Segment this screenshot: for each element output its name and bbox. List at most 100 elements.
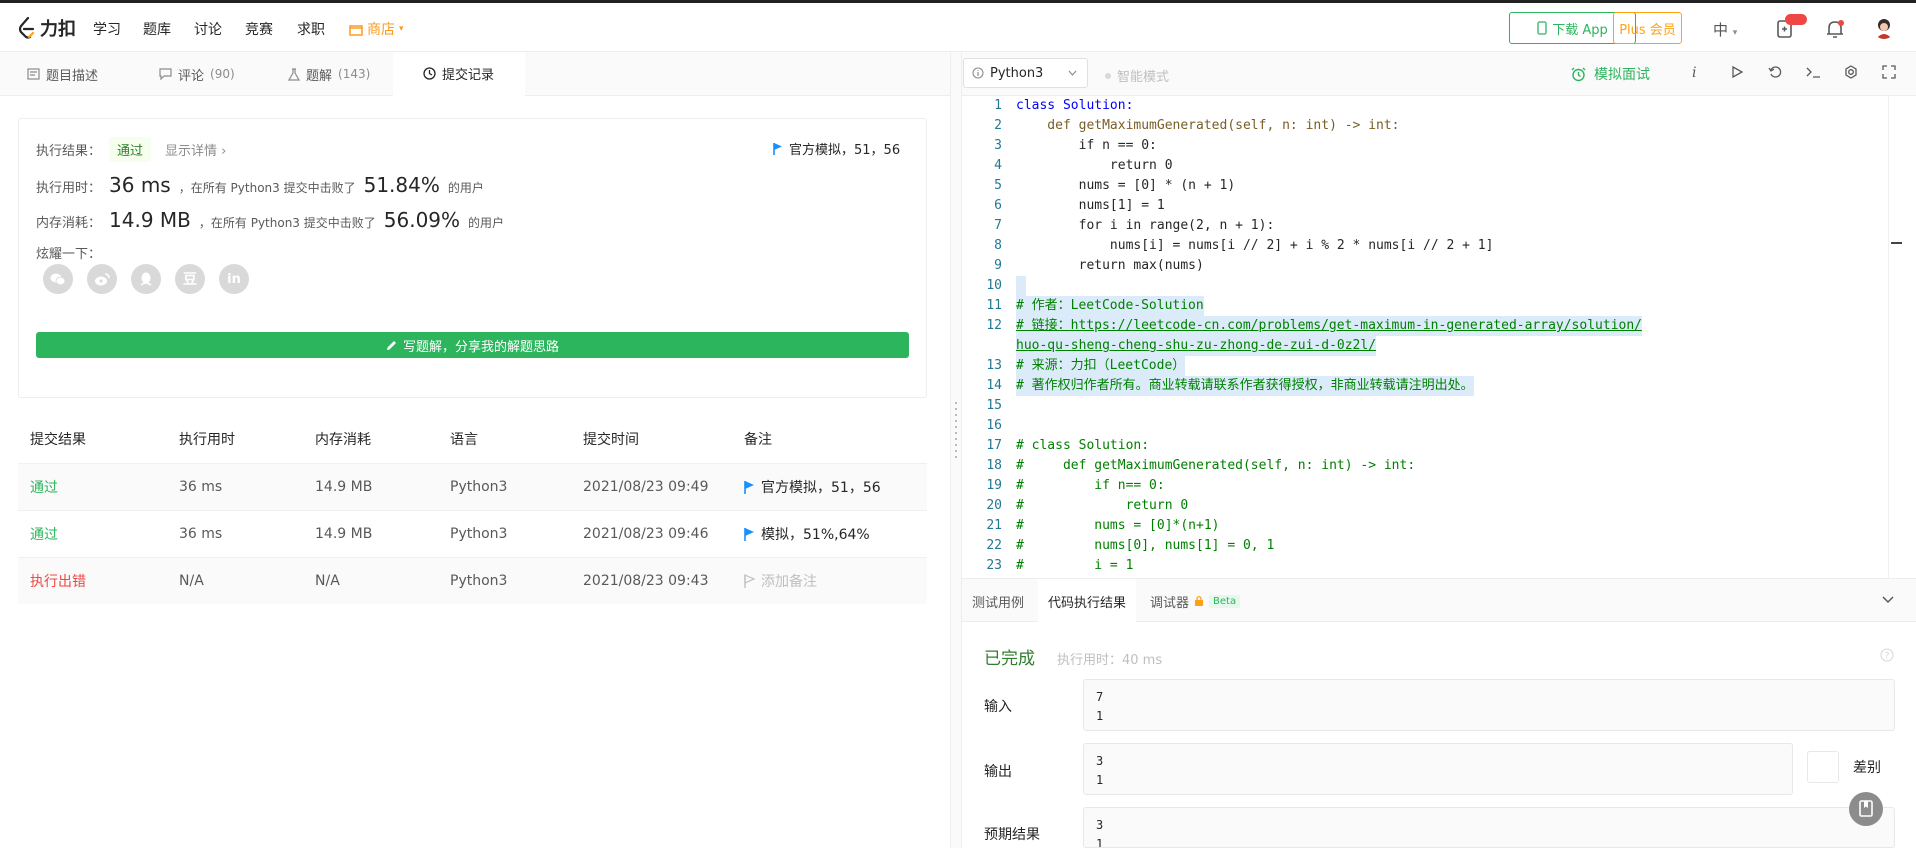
- share-text: 炫耀一下：: [36, 247, 102, 262]
- header-result: 提交结果: [30, 432, 86, 448]
- line-number: 15: [986, 398, 1002, 413]
- language-switch[interactable]: 中 ▾: [1713, 19, 1737, 40]
- settings-icon[interactable]: [1844, 65, 1858, 79]
- memory-text: ，在所有 Python3 提交中击败了: [198, 216, 376, 230]
- flask-icon: [288, 67, 300, 81]
- write-solution-label: 写题解，分享我的解题思路: [402, 339, 559, 355]
- row-language: Python3: [450, 479, 508, 495]
- language-select[interactable]: Python3: [963, 58, 1088, 88]
- tab-run-result[interactable]: 代码执行结果: [1038, 579, 1137, 623]
- nav-link-learn[interactable]: 学习: [93, 19, 121, 39]
- notebook-icon[interactable]: [1775, 14, 1807, 39]
- result-note[interactable]: 官方模拟，51，56: [773, 139, 900, 158]
- debugger-label: 调试器: [1150, 595, 1190, 611]
- help-icon[interactable]: ?: [1880, 648, 1894, 662]
- result-note-text: 官方模拟，51，56: [789, 143, 901, 158]
- language-label: 中: [1713, 21, 1729, 39]
- nav-link-problems[interactable]: 题库: [143, 19, 171, 39]
- wechat-share-icon[interactable]: [43, 264, 73, 294]
- tab-testcase[interactable]: 测试用例: [972, 579, 1024, 623]
- row-result[interactable]: 通过: [18, 524, 179, 544]
- nav-link-shop[interactable]: 商店 ▾: [349, 19, 404, 39]
- table-row[interactable]: 通过 36 ms 14.9 MB Python3 2021/08/23 09:4…: [18, 463, 927, 510]
- plus-member-button[interactable]: Plus 会员: [1613, 12, 1682, 44]
- row-result[interactable]: 执行出错: [18, 571, 179, 591]
- diff-checkbox[interactable]: [1807, 751, 1839, 783]
- smart-mode-toggle[interactable]: 智能模式: [1105, 66, 1169, 85]
- run-exec-time: 执行用时：40 ms: [1057, 653, 1163, 668]
- show-details-link[interactable]: 显示详情 ›: [165, 140, 226, 159]
- row-note[interactable]: 模拟，51%,64%: [744, 524, 927, 544]
- avatar[interactable]: [1873, 17, 1895, 39]
- console-icon[interactable]: [1806, 65, 1821, 79]
- row-runtime: 36 ms: [179, 479, 223, 495]
- mock-interview-label: 模拟面试: [1594, 67, 1650, 83]
- code-line: 5 nums = [0] * (n + 1): [962, 176, 1902, 196]
- header-runtime: 执行用时: [179, 432, 235, 448]
- code-line: 3 if n == 0:: [962, 136, 1902, 156]
- row-result[interactable]: 通过: [18, 477, 179, 497]
- tab-description[interactable]: 题目描述: [27, 52, 98, 96]
- row-note[interactable]: 官方模拟，51，56: [744, 477, 927, 497]
- code-text: nums[i] = nums[i // 2] + i % 2 * nums[i …: [1016, 238, 1494, 253]
- chevron-down-icon: ▾: [399, 24, 404, 34]
- code-line: 17 # class Solution:: [962, 436, 1902, 456]
- details-label: 显示详情: [165, 144, 218, 159]
- nav-link-jobs[interactable]: 求职: [297, 19, 325, 39]
- editor-toolbar: Python3 智能模式 模拟面试 i: [962, 52, 1916, 96]
- brand-logo[interactable]: 力扣: [18, 15, 76, 41]
- code-text: return 0: [1016, 158, 1173, 173]
- add-note-button[interactable]: 添加备注: [744, 571, 927, 591]
- mock-interview-button[interactable]: 模拟面试: [1571, 64, 1650, 84]
- status-badge: 通过: [109, 137, 152, 162]
- info-italic-icon[interactable]: i: [1692, 65, 1696, 81]
- weibo-share-icon[interactable]: [87, 264, 117, 294]
- chevron-down-icon: [1068, 70, 1077, 76]
- line-number: 14: [986, 378, 1002, 393]
- code-editor[interactable]: 1 class Solution: 2 def getMaximumGenerat…: [962, 96, 1902, 578]
- reset-icon[interactable]: [1768, 65, 1782, 79]
- qq-share-icon[interactable]: [131, 264, 161, 294]
- douban-share-icon[interactable]: 豆: [175, 264, 205, 294]
- line-number: 11: [986, 298, 1002, 313]
- row-language: Python3: [450, 526, 508, 542]
- write-solution-button[interactable]: 写题解，分享我的解题思路: [36, 332, 909, 358]
- line-number: 13: [986, 358, 1002, 373]
- editor-scrollbar[interactable]: [1888, 96, 1902, 578]
- download-app-label: 下载 App: [1552, 22, 1608, 38]
- line-number: 5: [994, 178, 1002, 193]
- code-text: # 作者：LeetCode-Solution: [1016, 296, 1204, 316]
- tab-solutions[interactable]: 题解 (143): [288, 52, 370, 96]
- diff-toggle[interactable]: 差别: [1807, 751, 1881, 783]
- svg-text:?: ?: [1885, 652, 1890, 662]
- table-row[interactable]: 执行出错 N/A N/A Python3 2021/08/23 09:43 添加…: [18, 557, 927, 604]
- code-line: 9 return max(nums): [962, 256, 1902, 276]
- code-text: # 来源：力扣（LeetCode）: [1016, 356, 1186, 376]
- linkedin-share-icon[interactable]: in: [219, 264, 249, 294]
- fullscreen-icon[interactable]: [1882, 65, 1896, 79]
- pane-resizer[interactable]: [950, 52, 962, 848]
- code-line: 11 # 作者：LeetCode-Solution: [962, 296, 1902, 316]
- nav-link-contest[interactable]: 竞赛: [245, 19, 273, 39]
- table-row[interactable]: 通过 36 ms 14.9 MB Python3 2021/08/23 09:4…: [18, 510, 927, 557]
- chevron-down-icon: ▾: [1732, 28, 1738, 38]
- notes-fab-button[interactable]: [1849, 792, 1883, 826]
- add-note-label: 添加备注: [761, 574, 817, 590]
- bell-icon[interactable]: [1826, 19, 1844, 39]
- tab-comments[interactable]: 评论 (90): [159, 52, 235, 96]
- tab-debugger[interactable]: 调试器 Beta: [1150, 579, 1241, 623]
- nav-link-discuss[interactable]: 讨论: [194, 19, 222, 39]
- expected-label: 预期结果: [984, 827, 1040, 843]
- code-text: def getMaximumGenerated(self, n: int) ->…: [1016, 118, 1400, 133]
- chevron-down-icon[interactable]: [1882, 596, 1894, 604]
- new-badge: [1785, 14, 1807, 25]
- tab-submissions[interactable]: 提交记录: [393, 52, 525, 96]
- shop-label: 商店: [367, 22, 395, 38]
- code-line: 19 # if n== 0:: [962, 476, 1902, 496]
- runtime-label: 执行用时：: [36, 181, 102, 196]
- run-icon[interactable]: [1730, 65, 1744, 79]
- smart-mode-label: 智能模式: [1117, 70, 1170, 85]
- run-status-text: 已完成: [984, 649, 1035, 669]
- row-note-text: 模拟，51%,64%: [761, 527, 870, 543]
- memory-label: 内存消耗：: [36, 216, 102, 231]
